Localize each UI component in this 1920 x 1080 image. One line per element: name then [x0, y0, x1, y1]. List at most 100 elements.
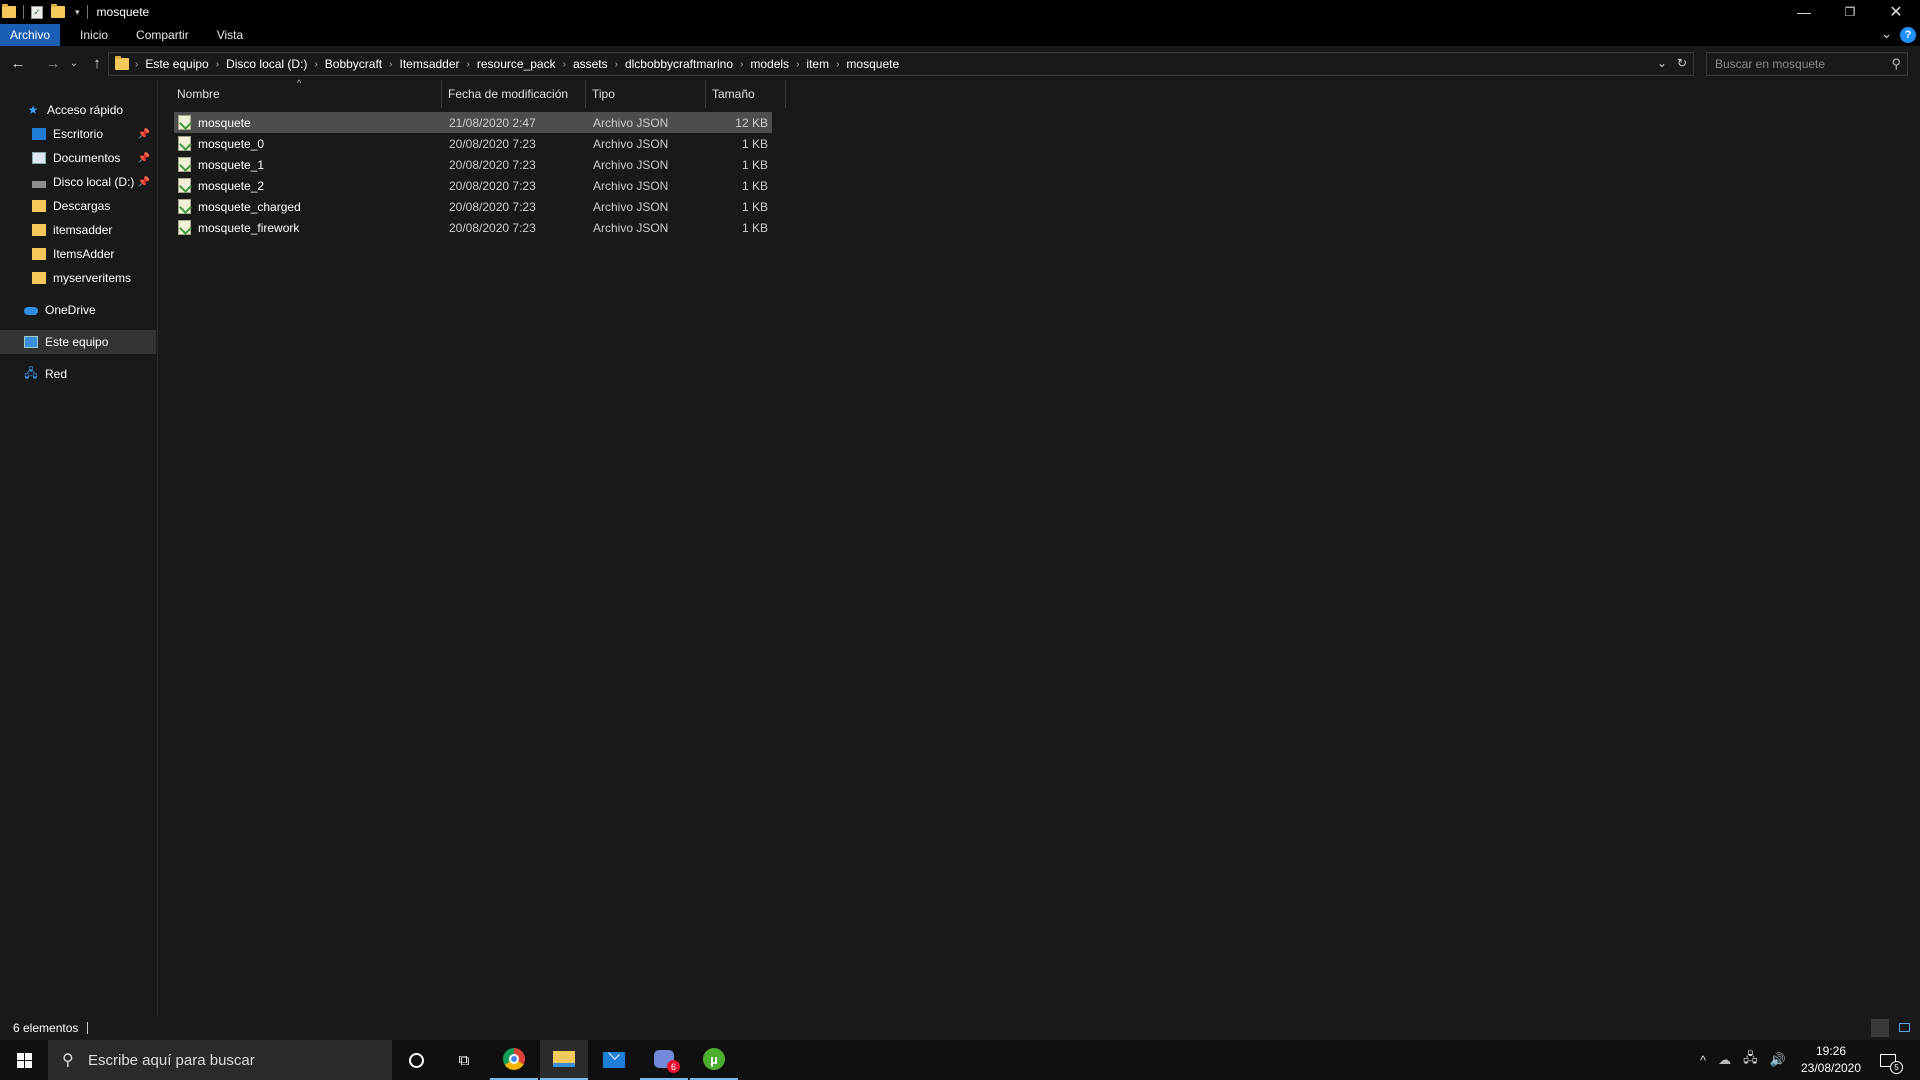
separator	[23, 5, 24, 19]
breadcrumb-disco-local[interactable]: Disco local (D:)	[226, 57, 307, 71]
chevron-right-icon[interactable]: ›	[740, 59, 743, 70]
file-row[interactable]: mosquete_2 20/08/2020 7:23 Archivo JSON …	[174, 175, 772, 196]
clock-date: 23/08/2020	[1800, 1061, 1862, 1075]
taskbar-search-placeholder: Escribe aquí para buscar	[88, 1051, 255, 1069]
file-type: Archivo JSON	[593, 199, 669, 214]
utorrent-icon: µ	[703, 1048, 725, 1070]
column-header-type[interactable]: Tipo	[586, 80, 706, 108]
task-view-icon: ⧉	[458, 1051, 470, 1069]
properties-icon[interactable]: ✓	[31, 5, 43, 19]
expand-ribbon-icon[interactable]: ⌄	[1881, 26, 1892, 42]
nav-onedrive[interactable]: OneDrive	[0, 298, 156, 322]
pin-icon[interactable]: 📌	[138, 177, 150, 188]
large-icons-view-button[interactable]	[1895, 1019, 1913, 1037]
folder-icon	[32, 248, 46, 260]
volume-icon[interactable]: 🔊	[1770, 1052, 1786, 1068]
nav-este-equipo[interactable]: Este equipo	[0, 330, 156, 354]
clock[interactable]: 19:26 23/08/2020	[1792, 1043, 1870, 1077]
json-file-icon	[178, 178, 191, 193]
nav-documentos[interactable]: Documentos 📌	[0, 146, 156, 170]
pin-icon[interactable]: 📌	[138, 153, 150, 164]
nav-red[interactable]: 🖧 Red	[0, 362, 156, 386]
chrome-taskbar-button[interactable]	[490, 1040, 538, 1080]
mail-taskbar-button[interactable]	[590, 1040, 638, 1080]
utorrent-taskbar-button[interactable]: µ	[690, 1040, 738, 1080]
pin-icon[interactable]: 📌	[138, 129, 150, 140]
discord-taskbar-button[interactable]: 6	[640, 1040, 688, 1080]
discord-badge: 6	[667, 1060, 680, 1073]
new-folder-icon[interactable]	[51, 4, 65, 18]
breadcrumb-dlcbobbycraftmarino[interactable]: dlcbobbycraftmarino	[625, 57, 733, 71]
recent-locations-chevron-icon[interactable]: ⌄	[67, 58, 81, 69]
file-row[interactable]: mosquete_charged 20/08/2020 7:23 Archivo…	[174, 196, 772, 217]
chevron-right-icon[interactable]: ›	[563, 59, 566, 70]
chevron-right-icon[interactable]: ›	[216, 59, 219, 70]
back-arrow-icon[interactable]: ←	[6, 51, 30, 75]
chevron-right-icon[interactable]: ›	[314, 59, 317, 70]
restore-button[interactable]: ❐	[1827, 0, 1873, 24]
column-header-size[interactable]: Tamaño	[706, 80, 786, 108]
nav-itemsadder-2[interactable]: ItemsAdder	[0, 242, 156, 266]
nav-escritorio[interactable]: Escritorio 📌	[0, 122, 156, 146]
nav-myserveritems[interactable]: myserveritems	[0, 266, 156, 290]
forward-arrow-icon[interactable]: →	[41, 51, 65, 75]
up-arrow-icon[interactable]: ↑	[85, 51, 109, 75]
nav-disco-local[interactable]: Disco local (D:) 📌	[0, 170, 156, 194]
file-row[interactable]: mosquete_0 20/08/2020 7:23 Archivo JSON …	[174, 133, 772, 154]
taskbar-search-input[interactable]: ⚲ Escribe aquí para buscar	[48, 1040, 392, 1080]
search-input[interactable]: Buscar en mosquete ⚲	[1706, 52, 1908, 76]
show-hidden-icons-icon[interactable]: ^	[1700, 1053, 1706, 1068]
folder-icon	[32, 272, 46, 284]
ribbon-tabs: Archivo Inicio Compartir Vista ⌄ ?	[0, 24, 1920, 46]
chevron-right-icon[interactable]: ›	[467, 59, 470, 70]
chevron-right-icon[interactable]: ›	[615, 59, 618, 70]
nav-label: itemsadder	[53, 223, 113, 237]
breadcrumb-este-equipo[interactable]: Este equipo	[145, 57, 208, 71]
refresh-icon[interactable]: ↻	[1677, 56, 1687, 70]
star-icon: ★	[27, 103, 39, 117]
tab-vista[interactable]: Vista	[207, 24, 253, 46]
onedrive-error-icon[interactable]: ☁	[1718, 1052, 1731, 1068]
details-view-button[interactable]	[1871, 1019, 1889, 1037]
tab-compartir[interactable]: Compartir	[126, 24, 199, 46]
computer-icon	[24, 336, 38, 348]
start-button[interactable]	[0, 1040, 48, 1080]
column-header-name[interactable]: Nombre	[171, 80, 442, 108]
nav-quick-access[interactable]: ★ Acceso rápido	[0, 98, 156, 122]
minimize-button[interactable]: —	[1781, 0, 1827, 24]
breadcrumb-bobbycraft[interactable]: Bobbycraft	[325, 57, 382, 71]
notification-count: 5	[1890, 1060, 1903, 1074]
breadcrumb-models[interactable]: models	[750, 57, 789, 71]
chevron-right-icon[interactable]: ›	[135, 59, 138, 70]
chevron-right-icon[interactable]: ›	[796, 59, 799, 70]
file-row[interactable]: mosquete_firework 20/08/2020 7:23 Archiv…	[174, 217, 772, 238]
nav-label: Escritorio	[53, 127, 104, 141]
breadcrumb-assets[interactable]: assets	[573, 57, 608, 71]
column-header-date[interactable]: Fecha de modificación	[442, 80, 586, 108]
cortana-button[interactable]	[392, 1040, 440, 1080]
chevron-right-icon[interactable]: ›	[836, 59, 839, 70]
chevron-right-icon[interactable]: ›	[389, 59, 392, 70]
customize-dropdown-icon[interactable]: ▾	[75, 7, 80, 18]
breadcrumb-itemsadder[interactable]: Itemsadder	[400, 57, 460, 71]
nav-label: Este equipo	[45, 335, 109, 349]
file-row[interactable]: mosquete 21/08/2020 2:47 Archivo JSON 12…	[174, 112, 772, 133]
nav-descargas[interactable]: Descargas	[0, 194, 156, 218]
breadcrumb-item[interactable]: item	[806, 57, 829, 71]
address-history-chevron-icon[interactable]: ⌄	[1657, 56, 1667, 70]
breadcrumb-resource-pack[interactable]: resource_pack	[477, 57, 556, 71]
help-icon[interactable]: ?	[1900, 27, 1916, 43]
file-date: 20/08/2020 7:23	[449, 157, 536, 172]
nav-itemsadder[interactable]: itemsadder	[0, 218, 156, 242]
breadcrumb-mosquete[interactable]: mosquete	[846, 57, 899, 71]
task-view-button[interactable]: ⧉	[440, 1040, 488, 1080]
close-button[interactable]: ✕	[1873, 0, 1919, 24]
documents-icon	[32, 152, 46, 164]
network-tray-icon[interactable]: 🖧	[1743, 1049, 1758, 1071]
address-bar[interactable]: › Este equipo › Disco local (D:) › Bobby…	[108, 52, 1694, 76]
file-explorer-taskbar-button[interactable]	[540, 1040, 588, 1080]
file-row[interactable]: mosquete_1 20/08/2020 7:23 Archivo JSON …	[174, 154, 772, 175]
tab-inicio[interactable]: Inicio	[70, 24, 118, 46]
action-center-button[interactable]: 5	[1866, 1040, 1910, 1080]
tab-archivo[interactable]: Archivo	[0, 24, 61, 46]
